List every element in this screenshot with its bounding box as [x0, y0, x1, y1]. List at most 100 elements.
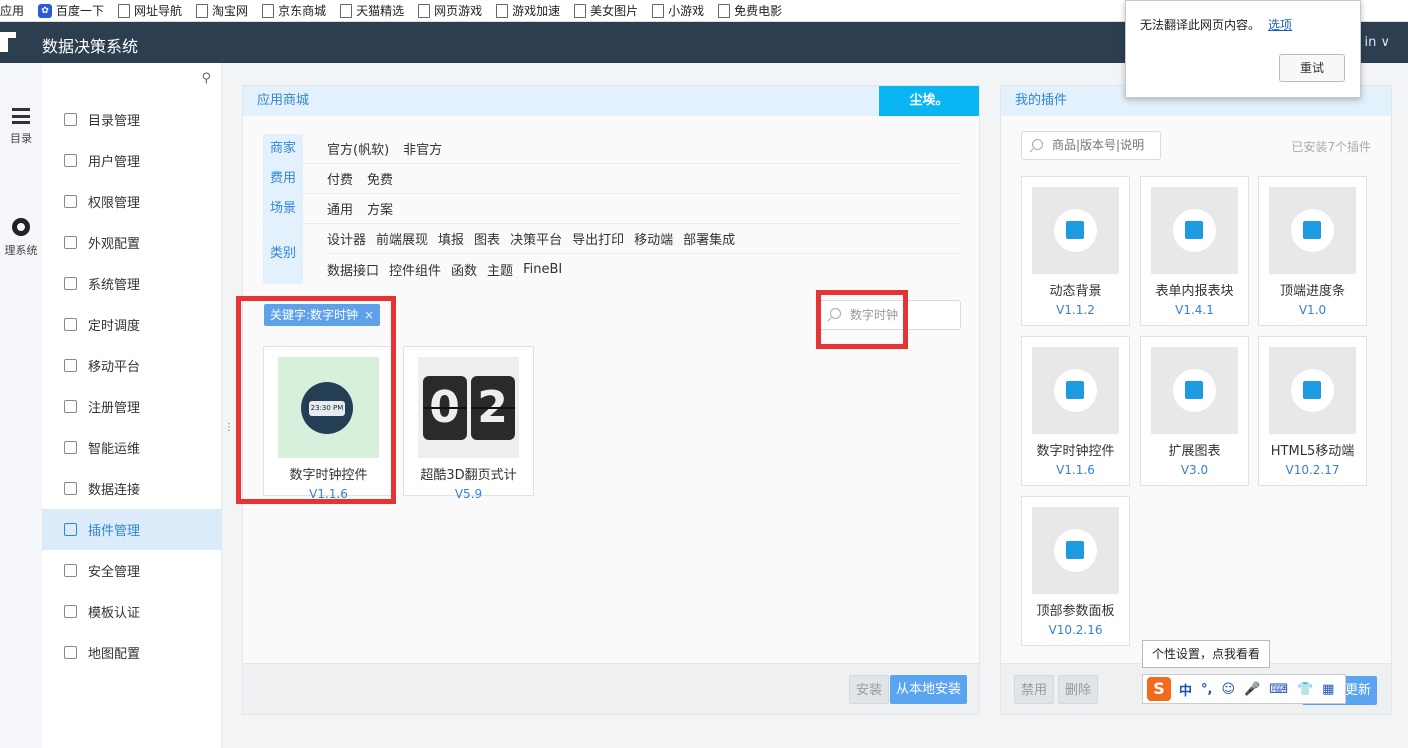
bookmark-item[interactable]: 美女图片: [574, 2, 638, 19]
gear-icon: [12, 218, 30, 236]
module-catalog[interactable]: 目录: [0, 108, 42, 146]
sidebar-item-data-connection[interactable]: 数据连接: [42, 468, 222, 509]
filter-option[interactable]: 部署集成: [683, 229, 735, 248]
card-version: V1.1.6: [309, 487, 348, 501]
category-line: 设计器 前端展现 填报 图表 决策平台 导出打印 移动端 部署集成: [327, 224, 961, 254]
sidebar-item-ops[interactable]: 智能运维: [42, 427, 222, 468]
plugin-version: V1.1.2: [1056, 303, 1095, 317]
filter-option[interactable]: 图表: [474, 229, 500, 248]
keyboard-icon[interactable]: ⌨: [1269, 682, 1288, 697]
bookmark-item[interactable]: 游戏加速: [496, 2, 560, 19]
bookmark-label: 美女图片: [590, 4, 639, 18]
app-store-header: 应用商城 尘埃。: [243, 86, 979, 116]
bookmark-apps[interactable]: 应用: [0, 2, 24, 19]
filter-option[interactable]: FineBI: [523, 262, 562, 277]
store-footer: 安装 从本地安装: [243, 663, 979, 714]
bookmark-item[interactable]: 免费电影: [718, 2, 782, 19]
punctuation-icon[interactable]: °,: [1201, 682, 1212, 697]
bookmark-item[interactable]: 网页游戏: [418, 2, 482, 19]
delete-button[interactable]: 删除: [1058, 675, 1099, 704]
plugin-card[interactable]: 顶部参数面板 V10.2.16: [1021, 496, 1130, 646]
plugin-version: V1.1.6: [1056, 463, 1095, 477]
link-icon: [64, 482, 77, 495]
filter-option[interactable]: 免费: [367, 169, 393, 188]
shirt-icon[interactable]: 👕: [1297, 682, 1313, 697]
filter-option[interactable]: 移动端: [634, 229, 673, 248]
sidebar-item-registration[interactable]: 注册管理: [42, 386, 222, 427]
bookmark-label: 网页游戏: [434, 4, 483, 18]
translate-options-link[interactable]: 选项: [1268, 18, 1292, 32]
plugin-card[interactable]: 扩展图表 V3.0: [1140, 336, 1249, 486]
sidebar-item-template-auth[interactable]: 模板认证: [42, 591, 222, 632]
bookmark-item[interactable]: 天猫精选: [340, 2, 404, 19]
sidebar-item-label: 地图配置: [88, 647, 141, 662]
module-system[interactable]: 理系统: [0, 218, 42, 258]
list-icon: [12, 108, 30, 124]
filter-option[interactable]: 官方(帆软): [327, 139, 389, 158]
filter-option[interactable]: 设计器: [327, 229, 366, 248]
plugin-card[interactable]: 表单内报表块 V1.4.1: [1140, 176, 1249, 326]
filter-option[interactable]: 方案: [367, 199, 393, 218]
store-card-flip[interactable]: 0 2 超酷3D翻页式计 V5.9: [403, 346, 534, 501]
store-search-input[interactable]: [850, 307, 955, 321]
microphone-icon[interactable]: 🎤: [1244, 682, 1260, 697]
sidebar-item-permissions[interactable]: 权限管理: [42, 181, 222, 222]
retry-button[interactable]: 重试: [1279, 54, 1345, 82]
my-plugins-title: 我的插件: [1015, 93, 1068, 108]
plugin-card[interactable]: 动态背景 V1.1.2: [1021, 176, 1130, 326]
bookmark-item[interactable]: 淘宝网: [196, 2, 248, 19]
disable-button[interactable]: 禁用: [1014, 675, 1055, 704]
bookmark-item[interactable]: 网址导航: [118, 2, 182, 19]
filter-option[interactable]: 控件组件: [389, 260, 441, 279]
sidebar-item-plugins[interactable]: 插件管理: [42, 509, 222, 550]
ime-mode-toggle[interactable]: 中: [1179, 680, 1192, 699]
install-button[interactable]: 安装: [849, 675, 890, 704]
sidebar-item-schedule[interactable]: 定时调度: [42, 304, 222, 345]
filter-option[interactable]: 数据接口: [327, 260, 379, 279]
local-install-button[interactable]: 从本地安装: [890, 675, 968, 704]
user-icon: [64, 154, 77, 167]
filter-option[interactable]: 主题: [487, 260, 513, 279]
plugin-search-input[interactable]: [1052, 138, 1157, 152]
filter-option[interactable]: 付费: [327, 169, 353, 188]
bookmark-item[interactable]: 小游戏: [652, 2, 704, 19]
emoji-icon[interactable]: ☺: [1221, 682, 1235, 697]
filter-row-scene: 场景 通用 方案: [263, 193, 961, 224]
filter-panel: 商家 官方(帆软) 非官方 费用 付费 免费 场景 通用 方案 类别 设计器 前…: [263, 133, 961, 284]
bookmark-label: 淘宝网: [212, 4, 249, 18]
resize-handle[interactable]: ⋮: [224, 422, 234, 433]
card-name: 数字时钟控件: [289, 468, 368, 483]
filter-option[interactable]: 函数: [451, 260, 477, 279]
timer-icon: [64, 318, 77, 331]
sidebar-item-security[interactable]: 安全管理: [42, 550, 222, 591]
sogou-logo-icon[interactable]: S: [1147, 677, 1171, 701]
sidebar-item-mobile[interactable]: 移动平台: [42, 345, 222, 386]
mobile-icon: [64, 359, 77, 372]
plugin-card[interactable]: 数字时钟控件 V1.1.6: [1021, 336, 1130, 486]
sidebar-item-appearance[interactable]: 外观配置: [42, 222, 222, 263]
filter-option[interactable]: 决策平台: [510, 229, 562, 248]
filter-option[interactable]: 非官方: [403, 139, 442, 158]
filter-row-fee: 费用 付费 免费: [263, 163, 961, 194]
user-menu[interactable]: in ∨: [1365, 35, 1391, 50]
sidebar-item-map[interactable]: 地图配置: [42, 632, 222, 673]
filter-option[interactable]: 通用: [327, 199, 353, 218]
ime-toolbar: S 中 °, ☺ 🎤 ⌨ 👕 ▦: [1142, 674, 1346, 704]
close-icon[interactable]: ×: [364, 304, 374, 326]
sidebar-item-users[interactable]: 用户管理: [42, 140, 222, 181]
store-card-clock[interactable]: 23:30 PM 数字时钟控件 V1.1.6: [263, 346, 394, 501]
pin-icon[interactable]: ⚲: [201, 71, 211, 86]
filter-key: 类别: [263, 224, 303, 284]
filter-option[interactable]: 填报: [438, 229, 464, 248]
sidebar-item-system[interactable]: 系统管理: [42, 263, 222, 304]
filter-option[interactable]: 前端展现: [376, 229, 428, 248]
bookmark-item[interactable]: 京东商城: [262, 2, 326, 19]
plugin-card[interactable]: 顶端进度条 V1.0: [1258, 176, 1367, 326]
toolbox-icon[interactable]: ▦: [1322, 682, 1334, 697]
plugin-card[interactable]: HTML5移动端 V10.2.17: [1258, 336, 1367, 486]
plugin-thumbnail: [1032, 187, 1119, 274]
sidebar-item-catalog[interactable]: 目录管理: [42, 99, 222, 140]
filter-option[interactable]: 导出打印: [572, 229, 624, 248]
plugin-name: 扩展图表: [1168, 444, 1221, 459]
bookmark-baidu[interactable]: ✿ 百度一下: [38, 2, 104, 19]
